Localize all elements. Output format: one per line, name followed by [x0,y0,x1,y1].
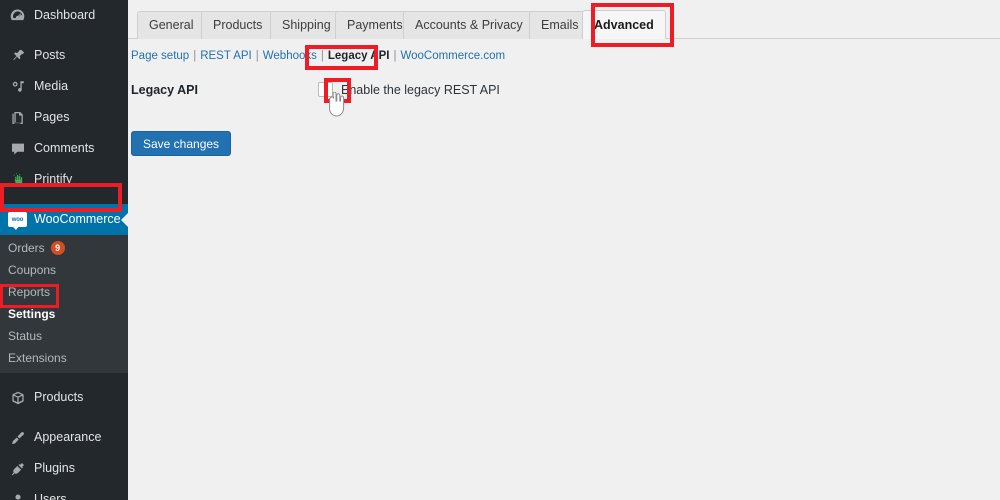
submenu-label: Orders [8,241,45,255]
legacy-api-row-label: Legacy API [131,83,198,97]
sidebar-item-printify[interactable]: Printify [0,164,128,195]
sidebar-item-plugins[interactable]: Plugins [0,453,128,484]
submenu-label: Extensions [8,351,67,365]
sidebar-item-label: Products [34,390,84,405]
tab-advanced[interactable]: Advanced [582,10,666,39]
sidebar-item-label: Users [34,492,67,500]
sidebar-item-woocommerce[interactable]: woo WooCommerce [0,204,128,235]
subnav-link-page-setup[interactable]: Page setup [131,50,189,62]
sidebar-divider [0,31,128,40]
submenu-item-coupons[interactable]: Coupons [0,259,128,281]
sidebar-item-products[interactable]: Products [0,382,128,413]
submenu-item-reports[interactable]: Reports [0,281,128,303]
sidebar-item-label: Appearance [34,430,102,445]
comment-bubble-icon [8,139,27,158]
tab-general[interactable]: General [137,11,206,39]
woocommerce-logo-badge: woo [8,212,27,230]
sidebar-item-pages[interactable]: Pages [0,102,128,133]
legacy-api-setting-row: Legacy API Enable the legacy REST API [131,82,831,102]
sidebar-item-label: Printify [34,172,73,187]
subnav-link-legacy-api[interactable]: Legacy API [328,50,390,62]
sidebar-item-label: Media [34,79,69,94]
active-menu-arrow [121,211,128,228]
app-root: Dashboard Posts Media Pages Comments Pri… [0,0,1000,500]
orders-count-badge: 9 [50,241,65,255]
media-icon [8,77,27,96]
advanced-subnav: Page setup | REST API | Webhooks | Legac… [131,50,505,62]
sidebar-divider [0,413,128,422]
tab-products[interactable]: Products [201,11,275,39]
tab-accounts-privacy[interactable]: Accounts & Privacy [403,11,535,39]
admin-sidebar: Dashboard Posts Media Pages Comments Pri… [0,0,128,500]
sidebar-item-label: Posts [34,48,66,63]
plug-icon [8,459,27,478]
printify-hand-icon [8,170,27,189]
subnav-separator: | [393,50,397,62]
submenu-item-status[interactable]: Status [0,325,128,347]
box-icon [8,388,27,407]
dashboard-gauge-icon [8,6,27,25]
subnav-link-woocommerce-com[interactable]: WooCommerce.com [400,50,505,62]
submenu-label: Coupons [8,263,57,277]
enable-legacy-rest-api-checkbox[interactable] [318,82,333,97]
submenu-label: Settings [8,307,56,321]
sidebar-divider [0,195,128,204]
subnav-separator: | [320,50,324,62]
enable-legacy-rest-api-label[interactable]: Enable the legacy REST API [341,83,500,97]
sidebar-item-label: Dashboard [34,8,96,23]
settings-tabs: General Products Shipping Payments Accou… [128,0,1000,40]
pages-icon [8,108,27,127]
subnav-link-webhooks[interactable]: Webhooks [263,50,317,62]
sidebar-item-label: Pages [34,110,70,125]
sidebar-item-dashboard[interactable]: Dashboard [0,0,128,31]
submenu-label: Reports [8,285,51,299]
user-icon [8,490,27,500]
subnav-separator: | [193,50,197,62]
sidebar-item-users[interactable]: Users [0,484,128,500]
sidebar-item-appearance[interactable]: Appearance [0,422,128,453]
woocommerce-submenu: Orders 9 Coupons Reports Settings Status… [0,235,128,373]
sidebar-item-posts[interactable]: Posts [0,40,128,71]
sidebar-item-media[interactable]: Media [0,71,128,102]
submenu-label: Status [8,329,43,343]
pin-icon [8,46,27,65]
save-changes-button[interactable]: Save changes [131,131,232,156]
paintbrush-icon [8,428,27,447]
settings-content: General Products Shipping Payments Accou… [128,0,1000,500]
sidebar-item-label: WooCommerce [34,212,121,227]
woocommerce-icon: woo [8,210,27,230]
sidebar-item-label: Plugins [34,461,75,476]
tab-shipping[interactable]: Shipping [270,11,343,39]
subnav-separator: | [255,50,259,62]
sidebar-divider [0,373,128,382]
subnav-link-rest-api[interactable]: REST API [200,50,252,62]
submenu-item-orders[interactable]: Orders 9 [0,237,128,259]
sidebar-item-comments[interactable]: Comments [0,133,128,164]
submenu-item-extensions[interactable]: Extensions [0,347,128,369]
sidebar-item-label: Comments [34,141,95,156]
submenu-item-settings[interactable]: Settings [0,303,128,325]
